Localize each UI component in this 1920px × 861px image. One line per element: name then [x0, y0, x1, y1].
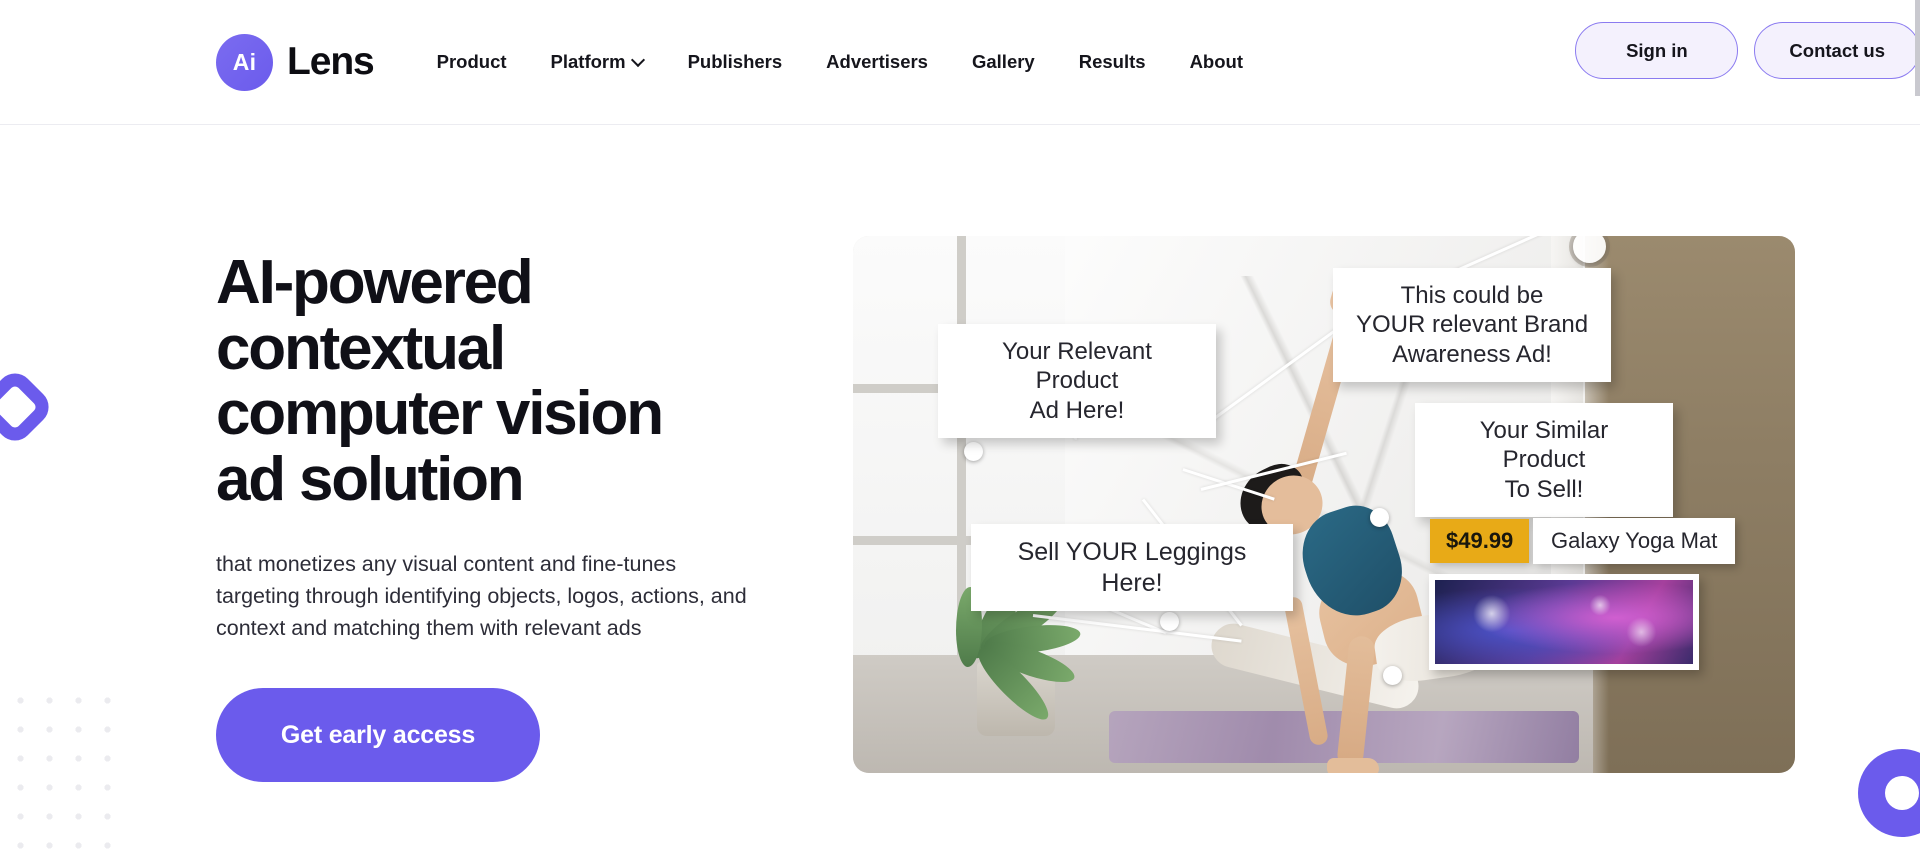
decor-rounded-square-icon	[0, 365, 57, 449]
nav-item-advertisers[interactable]: Advertisers	[804, 41, 950, 83]
main-navigation: Product Platform Publishers Advertisers …	[415, 41, 1265, 83]
page-title: AI-powered contextual computer vision ad…	[216, 248, 664, 515]
hotspot-marker[interactable]	[1370, 508, 1389, 527]
brand-logo-link[interactable]: Ai Lens	[216, 33, 375, 91]
photo-person-foot	[1327, 758, 1379, 773]
chevron-down-icon	[633, 55, 644, 66]
product-price-badge: $49.99	[1430, 519, 1530, 563]
header-actions: Sign in Contact us	[1575, 22, 1920, 79]
nav-label: Platform	[550, 51, 626, 72]
product-thumbnail	[1429, 574, 1699, 670]
product-title-label: Galaxy Yoga Mat	[1533, 518, 1736, 564]
ad-label-leggings: Sell YOUR Leggings Here!	[971, 524, 1293, 611]
hotspot-marker[interactable]	[1160, 612, 1179, 631]
nav-label: About	[1189, 51, 1243, 72]
hotspot-marker[interactable]	[964, 442, 983, 461]
chat-widget-button[interactable]	[1858, 749, 1920, 837]
nav-item-platform[interactable]: Platform	[529, 41, 666, 83]
ad-label-brand-awareness: This could be YOUR relevant Brand Awaren…	[1333, 268, 1611, 382]
nav-label: Publishers	[687, 51, 783, 72]
nav-label: Results	[1078, 51, 1146, 72]
site-header: Ai Lens Product Platform Publishers Adve…	[0, 0, 1920, 125]
hotspot-marker[interactable]	[1383, 666, 1402, 685]
scrollbar-thumb[interactable]	[1915, 0, 1920, 96]
ad-label-similar-product: Your Similar Product To Sell!	[1415, 403, 1673, 517]
get-early-access-button[interactable]: Get early access	[216, 688, 540, 783]
nav-item-publishers[interactable]: Publishers	[666, 41, 805, 83]
nav-label: Gallery	[971, 51, 1035, 72]
galaxy-texture	[1435, 580, 1693, 664]
contact-us-button[interactable]: Contact us	[1754, 22, 1920, 79]
nav-label: Advertisers	[826, 51, 928, 72]
nav-item-results[interactable]: Results	[1057, 41, 1168, 83]
ai-logo-icon: Ai	[216, 33, 273, 91]
nav-item-gallery[interactable]: Gallery	[950, 41, 1057, 83]
decor-dot-grid	[6, 686, 126, 861]
chat-bubble-icon	[1885, 776, 1919, 810]
sign-in-button[interactable]: Sign in	[1575, 22, 1739, 79]
hero-subtext: that monetizes any visual content and fi…	[216, 551, 747, 640]
ad-label-relevant-product: Your Relevant Product Ad Here!	[938, 324, 1216, 438]
hero-image: Your Relevant Product Ad Here! This coul…	[853, 236, 1795, 773]
nav-item-product[interactable]: Product	[415, 41, 529, 83]
hero-text-column: AI-powered contextual computer vision ad…	[216, 248, 776, 783]
nav-label: Product	[436, 51, 507, 72]
nav-item-about[interactable]: About	[1168, 41, 1265, 83]
brand-name: Lens	[287, 40, 375, 83]
